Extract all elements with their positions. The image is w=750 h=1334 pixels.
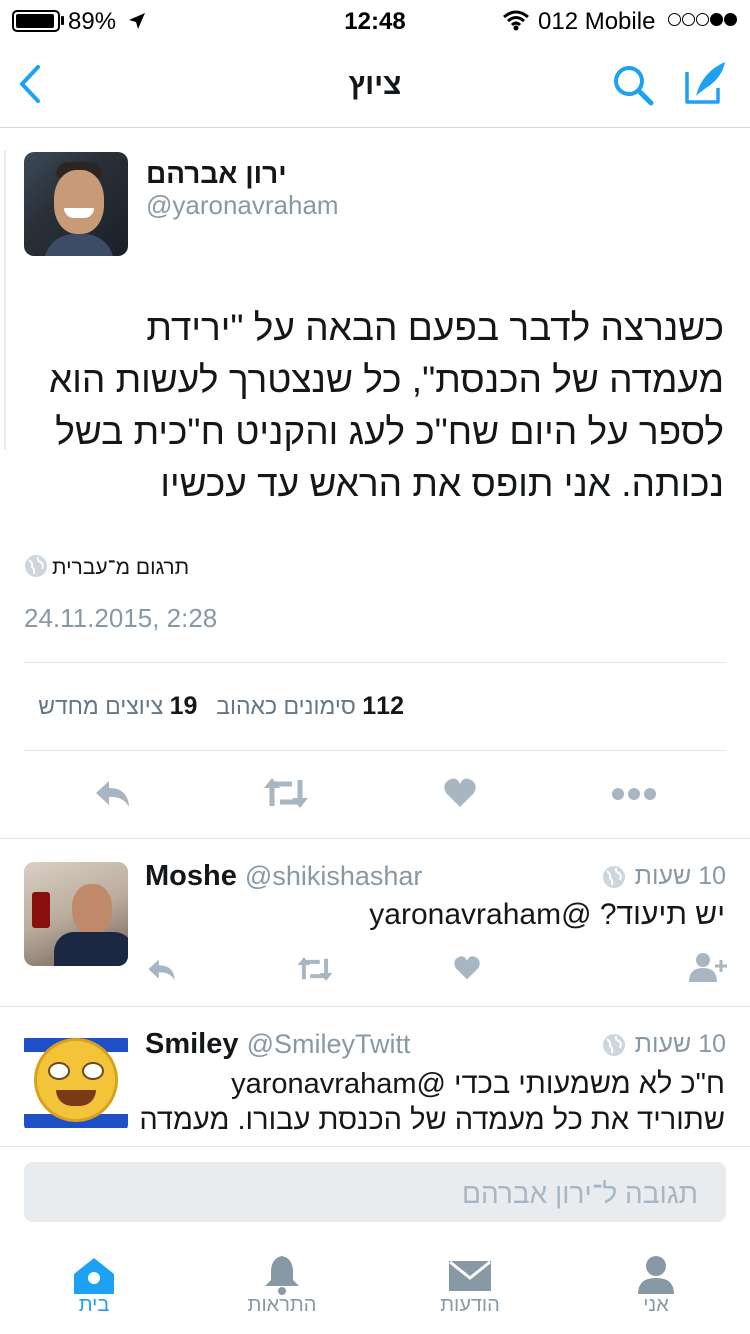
tab-label: בית xyxy=(78,1294,110,1316)
tab-label: התראות xyxy=(247,1294,317,1316)
reply-icon[interactable] xyxy=(146,957,178,983)
reply-author: Smiley @SmileyTwitt xyxy=(145,1028,411,1061)
retweets-count[interactable]: 19 xyxy=(170,692,198,720)
more-options-icon[interactable] xyxy=(611,786,657,802)
divider xyxy=(0,838,750,839)
likes-label[interactable]: סימונים כאהוב xyxy=(216,693,356,719)
reply-body: שתוריד את כל מעמדה של הכנסת עבורו. מעמדה xyxy=(139,1104,725,1136)
reply-text: ח"כ לא משמעותי בכדי @yaronavraham שתוריד… xyxy=(139,1066,725,1138)
reply-time: 10 שעות xyxy=(634,1030,726,1058)
compose-icon[interactable] xyxy=(684,58,728,106)
mention-link[interactable]: @yaronavraham xyxy=(231,1068,446,1100)
divider xyxy=(0,1006,750,1007)
nav-bar: ציוץ xyxy=(0,42,750,128)
reply-time: 10 שעות xyxy=(634,862,726,890)
reply-icon[interactable] xyxy=(93,778,133,810)
divider xyxy=(24,662,726,663)
tweet-thread-line xyxy=(4,150,6,450)
divider xyxy=(24,750,726,751)
reply-avatar[interactable] xyxy=(24,862,128,966)
reply-text: יש תיעוד? @yaronavraham xyxy=(145,898,725,932)
retweets-label[interactable]: ציוצים מחדש xyxy=(38,693,163,719)
reply-input[interactable]: תגובה ל־ירון אברהם xyxy=(24,1162,726,1222)
status-bar: 89% 12:48 012 Mobile xyxy=(0,0,750,42)
globe-icon xyxy=(603,1034,625,1056)
tweet-text: כשנרצה לדבר בפעם הבאה על "ירידת מעמדה של… xyxy=(24,302,724,510)
tab-label: אני xyxy=(643,1294,669,1316)
tweet-line: מעמדה של הכנסת", כל שנצטרך לעשות הוא xyxy=(49,359,724,400)
reply-handle[interactable]: @shikishashar xyxy=(245,861,422,891)
bell-icon xyxy=(265,1256,299,1295)
avatar[interactable] xyxy=(24,152,128,256)
tweet-line: נכותה. אני תופס את הראש עד עכשיו xyxy=(160,463,724,504)
reply-author: Moshe @shikishashar xyxy=(145,860,422,893)
mention-link[interactable]: @yaronavraham xyxy=(369,898,591,931)
home-icon xyxy=(74,1258,114,1294)
tweet-timestamp: 24.11.2015, 2:28 xyxy=(24,603,218,633)
person-icon xyxy=(638,1256,674,1294)
reply-body: יש תיעוד? xyxy=(599,898,725,931)
tab-notifications[interactable]: התראות xyxy=(212,1250,352,1334)
tab-home[interactable]: בית xyxy=(24,1250,164,1334)
search-icon[interactable] xyxy=(610,62,656,108)
tweet-line: לספר על היום שח"כ לעג והקניט ח"כית בשל xyxy=(55,411,724,452)
reply-handle[interactable]: @SmileyTwitt xyxy=(247,1029,411,1059)
globe-icon xyxy=(25,555,47,577)
tab-messages[interactable]: הודעות xyxy=(400,1250,540,1334)
retweet-icon[interactable] xyxy=(262,776,310,810)
reply-body: ח"כ לא משמעותי בכדי xyxy=(454,1068,725,1100)
reply-avatar[interactable] xyxy=(24,1030,128,1134)
tab-label: הודעות xyxy=(440,1294,500,1316)
retweet-icon[interactable] xyxy=(296,955,334,983)
follow-icon[interactable] xyxy=(687,951,727,983)
reply-name[interactable]: Smiley xyxy=(145,1028,239,1060)
author-handle[interactable]: @yaronavraham xyxy=(146,190,339,221)
likes-count[interactable]: 112 xyxy=(362,692,404,720)
tab-me[interactable]: אני xyxy=(586,1250,726,1334)
signal-strength-icon xyxy=(668,13,738,27)
envelope-icon xyxy=(449,1260,491,1291)
translate-link[interactable]: תרגום מ־עברית xyxy=(52,556,189,580)
reply-name[interactable]: Moshe xyxy=(145,860,237,892)
tweet-stats: 112 סימונים כאהוב 19 ציוצים מחדש xyxy=(24,692,404,724)
wifi-icon xyxy=(503,10,529,31)
heart-icon[interactable] xyxy=(453,955,481,981)
carrier-name: 012 Mobile xyxy=(538,8,656,35)
heart-icon[interactable] xyxy=(443,777,477,809)
globe-icon xyxy=(603,866,625,888)
tweet-line: כשנרצה לדבר בפעם הבאה על "ירידת xyxy=(146,307,724,348)
author-name[interactable]: ירון אברהם xyxy=(146,158,287,190)
